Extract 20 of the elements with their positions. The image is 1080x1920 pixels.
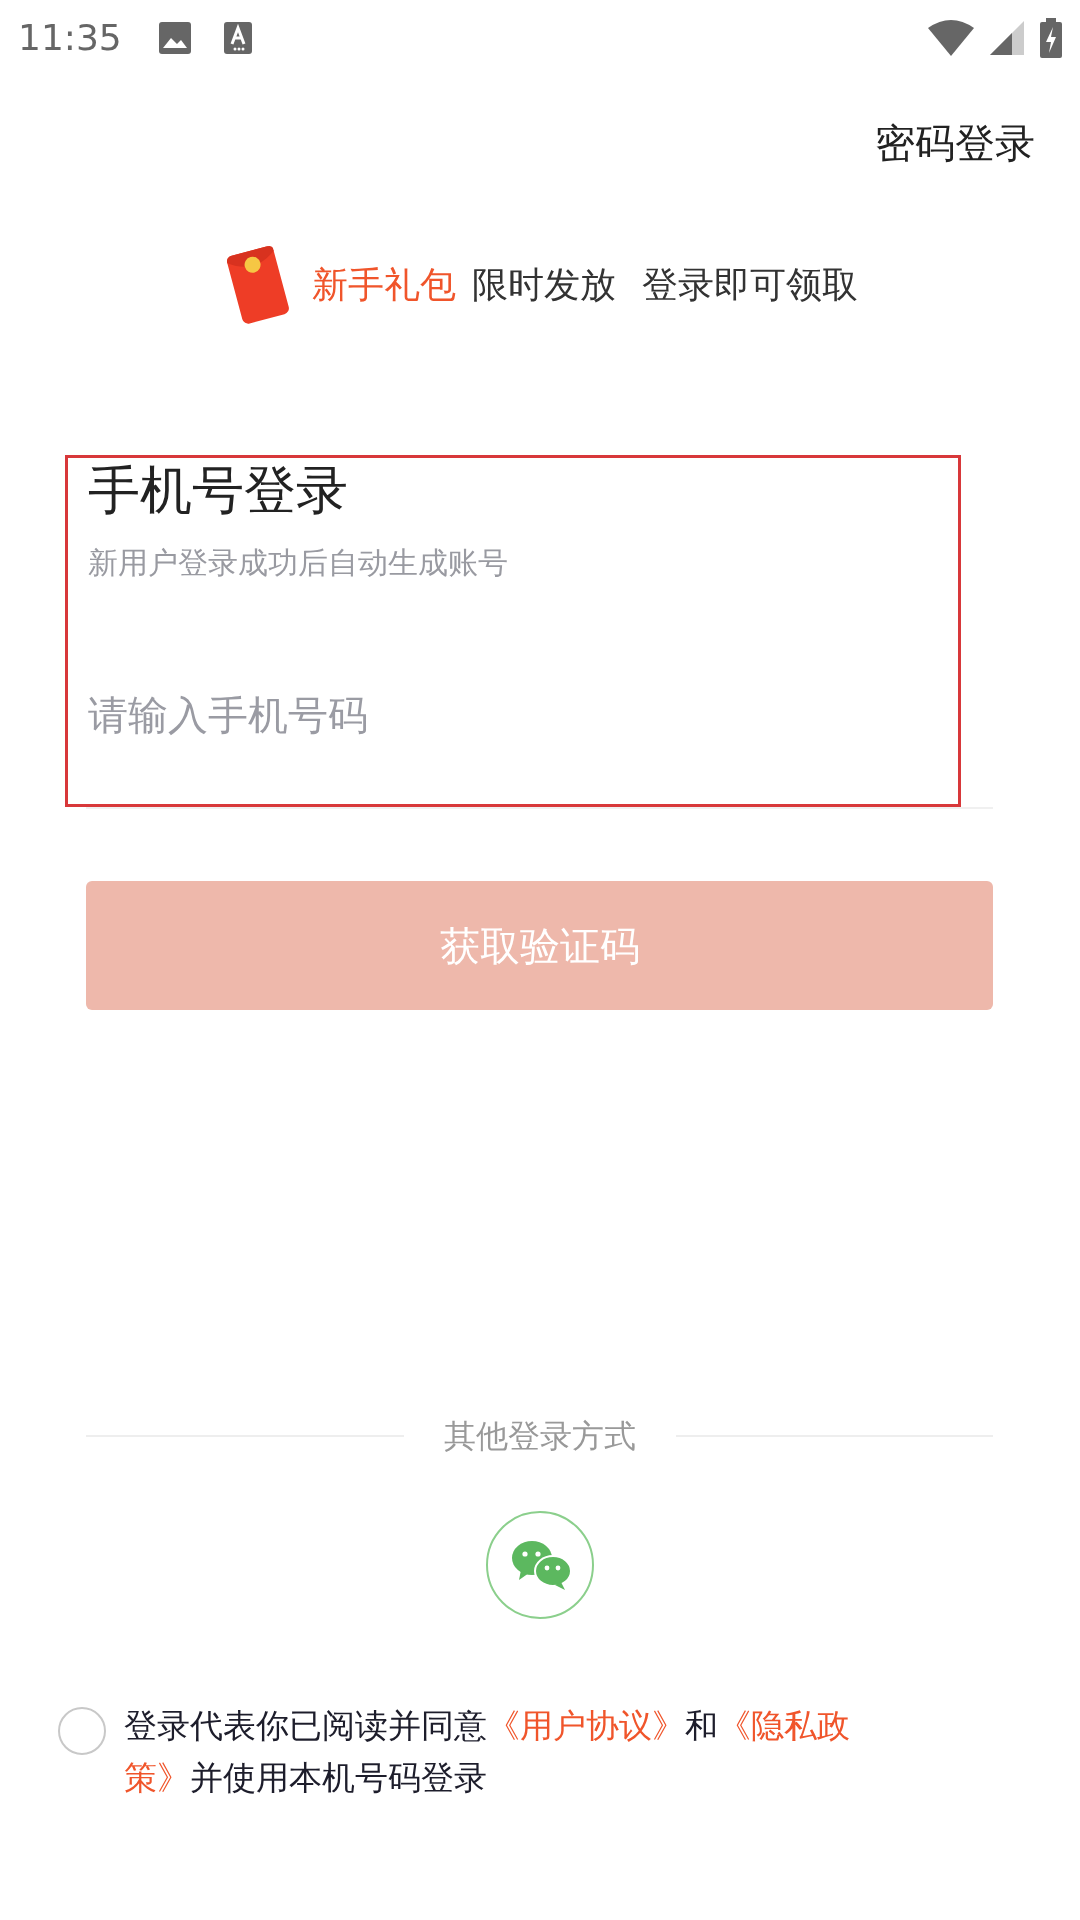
battery-charging-icon bbox=[1040, 17, 1062, 58]
banner-text: 登录即可领取 bbox=[642, 263, 858, 307]
wechat-login-icon[interactable] bbox=[485, 1510, 595, 1620]
agreement-link[interactable]: 《隐私政 bbox=[718, 1706, 850, 1745]
agreement-text: 登录代表你已阅读并同意《用户协议》和《隐私政 策》并使用本机号码登录 bbox=[124, 1705, 851, 1799]
other-login-label: 其他登录方式 bbox=[442, 1416, 637, 1457]
login-subtitle: 新用户登录成功后自动生成账号 bbox=[88, 544, 509, 582]
font-icon bbox=[223, 21, 252, 54]
image-icon bbox=[157, 20, 192, 55]
banner-highlight: 新手礼包 bbox=[312, 263, 456, 307]
phone-input-field[interactable]: 请输入手机号码 bbox=[88, 685, 888, 745]
agree-checkbox[interactable] bbox=[57, 1706, 107, 1756]
agreement-link[interactable]: 《用户协议》 bbox=[487, 1706, 685, 1745]
password-login-link[interactable]: 密码登录 bbox=[875, 113, 1035, 173]
clock: 11:35 bbox=[18, 15, 122, 60]
signal-icon bbox=[990, 20, 1024, 55]
wifi-icon bbox=[928, 19, 974, 56]
agreement-link[interactable]: 策》 bbox=[124, 1758, 190, 1797]
banner-text: 限时发放 bbox=[472, 263, 616, 307]
login-title: 手机号登录 bbox=[88, 464, 349, 516]
